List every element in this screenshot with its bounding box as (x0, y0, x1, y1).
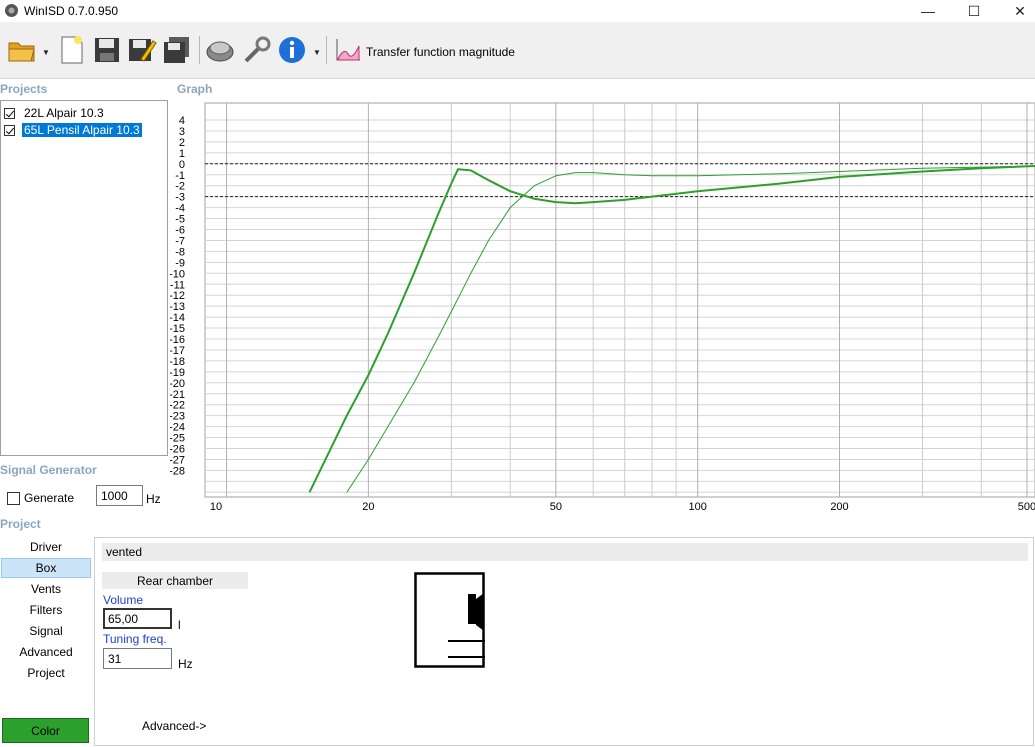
x-tick-label: 50 (550, 501, 562, 513)
tab-driver[interactable]: Driver (0, 537, 92, 557)
tab-box[interactable]: Box (1, 558, 91, 578)
save-icon[interactable] (91, 34, 123, 66)
app-icon (5, 4, 18, 17)
save-all-icon[interactable] (161, 34, 193, 66)
volume-unit: l (178, 618, 181, 632)
new-file-icon[interactable] (56, 34, 88, 66)
tab-advanced[interactable]: Advanced (0, 642, 92, 662)
project-checkbox[interactable] (4, 107, 15, 119)
y-axis-labels: 43210-1-2-3-4-5-6-7-8-9-10-11-12-13-14-1… (170, 115, 185, 477)
generate-checkbox[interactable] (7, 491, 20, 505)
box-diagram-icon (414, 572, 488, 670)
color-button[interactable]: Color (2, 718, 89, 743)
x-axis-labels: 10 20 50 100 200 500 (210, 501, 1035, 513)
project-label: 65L Pensil Alpair 10.3 (22, 123, 142, 137)
driver-icon[interactable] (204, 34, 236, 66)
maximize-button[interactable]: ☐ (951, 0, 997, 22)
tuning-label: Tuning freq. (103, 632, 167, 646)
info-icon[interactable] (276, 34, 308, 66)
projects-title: Projects (0, 82, 48, 96)
x-tick-label: 100 (688, 501, 706, 513)
signal-generator-title: Signal Generator (0, 463, 97, 477)
generate-label: Generate (24, 491, 75, 505)
tab-project[interactable]: Project (0, 663, 92, 683)
save-as-icon[interactable] (126, 34, 158, 66)
open-folder-icon[interactable] (6, 34, 38, 66)
tools-icon[interactable] (241, 34, 273, 66)
volume-input[interactable]: 65,00 (103, 608, 172, 629)
frequency-unit: Hz (146, 492, 161, 506)
tuning-input[interactable]: 31 (103, 648, 172, 669)
graph-title: Graph (177, 82, 213, 96)
close-button[interactable]: ✕ (997, 0, 1035, 22)
info-dropdown-icon[interactable]: ▼ (313, 48, 321, 57)
generate-checkbox-row[interactable]: Generate (7, 491, 74, 505)
y-tick-label: -28 (170, 465, 185, 477)
tuning-unit: Hz (178, 657, 193, 671)
x-tick-label: 200 (830, 501, 848, 513)
x-tick-label: 10 (210, 501, 222, 513)
box-panel (94, 537, 1034, 746)
x-tick-label: 500 (1018, 501, 1035, 513)
project-title: Project (0, 517, 41, 531)
chart-icon[interactable] (332, 34, 364, 66)
box-type-bar[interactable]: vented (102, 543, 1028, 561)
project-item[interactable]: 22L Alpair 10.3 (4, 105, 106, 121)
toolbar: ▼ ▼ Transfer function magnitude (0, 22, 1035, 79)
project-item[interactable]: 65L Pensil Alpair 10.3 (4, 122, 142, 138)
project-label: 22L Alpair 10.3 (24, 106, 104, 120)
toolbar-separator (199, 36, 200, 64)
open-dropdown-icon[interactable]: ▼ (42, 48, 50, 57)
toolbar-separator (326, 36, 327, 64)
rear-chamber-label: Rear chamber (102, 572, 248, 589)
minimize-button[interactable]: — (905, 0, 951, 22)
title-bar: WinISD 0.7.0.950 — ☐ ✕ (0, 0, 1035, 22)
tab-vents[interactable]: Vents (0, 579, 92, 599)
volume-label: Volume (103, 593, 144, 607)
x-tick-label: 20 (362, 501, 374, 513)
graph-view-label[interactable]: Transfer function magnitude (366, 45, 515, 59)
projects-list: 22L Alpair 10.3 65L Pensil Alpair 10.3 (0, 100, 168, 456)
project-checkbox[interactable] (4, 124, 15, 136)
advanced-link[interactable]: Advanced-> (142, 719, 206, 733)
frequency-input[interactable]: 1000 (96, 485, 143, 506)
window-title: WinISD 0.7.0.950 (24, 4, 119, 18)
transfer-function-graph[interactable]: 43210-1-2-3-4-5-6-7-8-9-10-11-12-13-14-1… (170, 98, 1035, 515)
tab-filters[interactable]: Filters (0, 600, 92, 620)
tab-signal[interactable]: Signal (0, 621, 92, 641)
